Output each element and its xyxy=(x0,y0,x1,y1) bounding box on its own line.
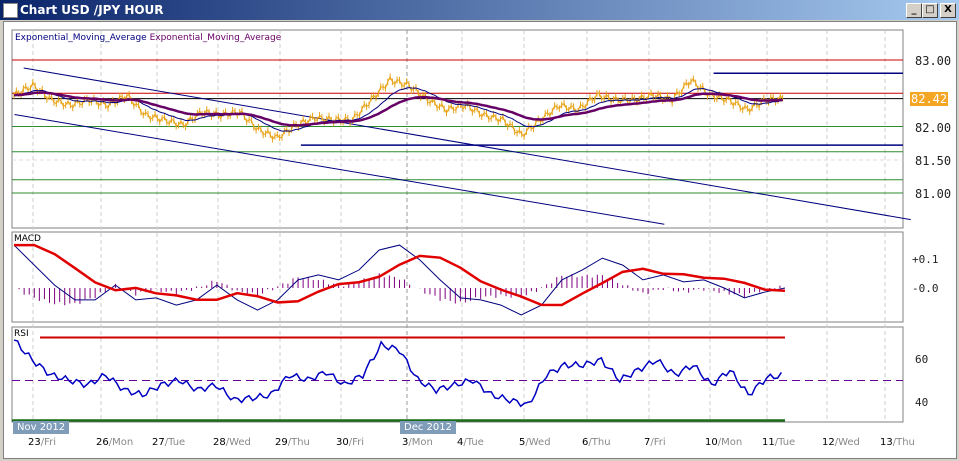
date-label: 5/Wed xyxy=(519,437,551,448)
month-label-nov: Nov 2012 xyxy=(13,421,70,434)
rsi-legend: RSI xyxy=(14,329,29,339)
date-label: 4/Tue xyxy=(457,437,484,448)
date-label: 28/Wed xyxy=(213,437,251,448)
date-label: 12/Wed xyxy=(822,437,860,448)
ema-slow-legend: Exponential_Moving_Average xyxy=(149,33,282,43)
chart-svg[interactable] xyxy=(0,0,959,461)
date-label: 27/Tue xyxy=(152,437,185,448)
current-price-badge: 82.42 xyxy=(910,92,949,106)
date-weekday: /Mon xyxy=(717,437,743,448)
rsi-tick: 40 xyxy=(915,396,929,409)
date-weekday: /Thu xyxy=(588,437,611,448)
date-day: 29 xyxy=(275,437,288,448)
month-label-dec: Dec 2012 xyxy=(400,421,456,434)
date-weekday: /Thu xyxy=(892,437,915,448)
date-label: 10/Mon xyxy=(705,437,742,448)
date-weekday: /Mon xyxy=(108,437,134,448)
date-day: 27 xyxy=(152,437,165,448)
date-label: 23/Fri xyxy=(28,437,56,448)
ema-fast-legend: Exponential_Moving_Average xyxy=(15,33,147,43)
date-label: 30/Fri xyxy=(336,437,364,448)
date-day: 11 xyxy=(762,437,775,448)
date-day: 30 xyxy=(336,437,349,448)
date-day: 10 xyxy=(705,437,718,448)
legend: Exponential_Moving_Average Exponential_M… xyxy=(15,33,281,43)
price-tick: 81.00 xyxy=(915,187,952,201)
date-label: 6/Thu xyxy=(582,437,611,448)
macd-panel xyxy=(11,231,904,323)
date-day: 26 xyxy=(96,437,109,448)
date-weekday: /Fri xyxy=(40,437,57,448)
rsi-tick: 60 xyxy=(915,353,929,366)
date-label: 29/Thu xyxy=(275,437,310,448)
date-day: 13 xyxy=(880,437,893,448)
price-tick: 81.50 xyxy=(915,154,952,168)
date-weekday: /Mon xyxy=(408,437,433,448)
date-weekday: /Wed xyxy=(834,437,860,448)
date-weekday: /Thu xyxy=(287,437,310,448)
macd-legend: MACD xyxy=(14,234,41,244)
date-weekday: /Fri xyxy=(348,437,365,448)
date-day: 23 xyxy=(28,437,41,448)
date-weekday: /Tue xyxy=(774,437,796,448)
macd-tick: -0.0 xyxy=(912,282,939,295)
date-weekday: /Tue xyxy=(463,437,484,448)
date-weekday: /Wed xyxy=(525,437,551,448)
date-day: 28 xyxy=(213,437,226,448)
date-weekday: /Tue xyxy=(164,437,186,448)
date-day: 12 xyxy=(822,437,835,448)
date-weekday: /Fri xyxy=(650,437,666,448)
date-label: 7/Fri xyxy=(644,437,666,448)
date-label: 3/Mon xyxy=(402,437,433,448)
date-weekday: /Wed xyxy=(225,437,251,448)
date-label: 11/Tue xyxy=(762,437,795,448)
date-label: 26/Mon xyxy=(96,437,133,448)
date-label: 13/Thu xyxy=(880,437,915,448)
price-tick: 83.00 xyxy=(915,54,952,68)
price-tick: 82.00 xyxy=(915,121,952,135)
macd-tick: +0.1 xyxy=(912,253,939,266)
